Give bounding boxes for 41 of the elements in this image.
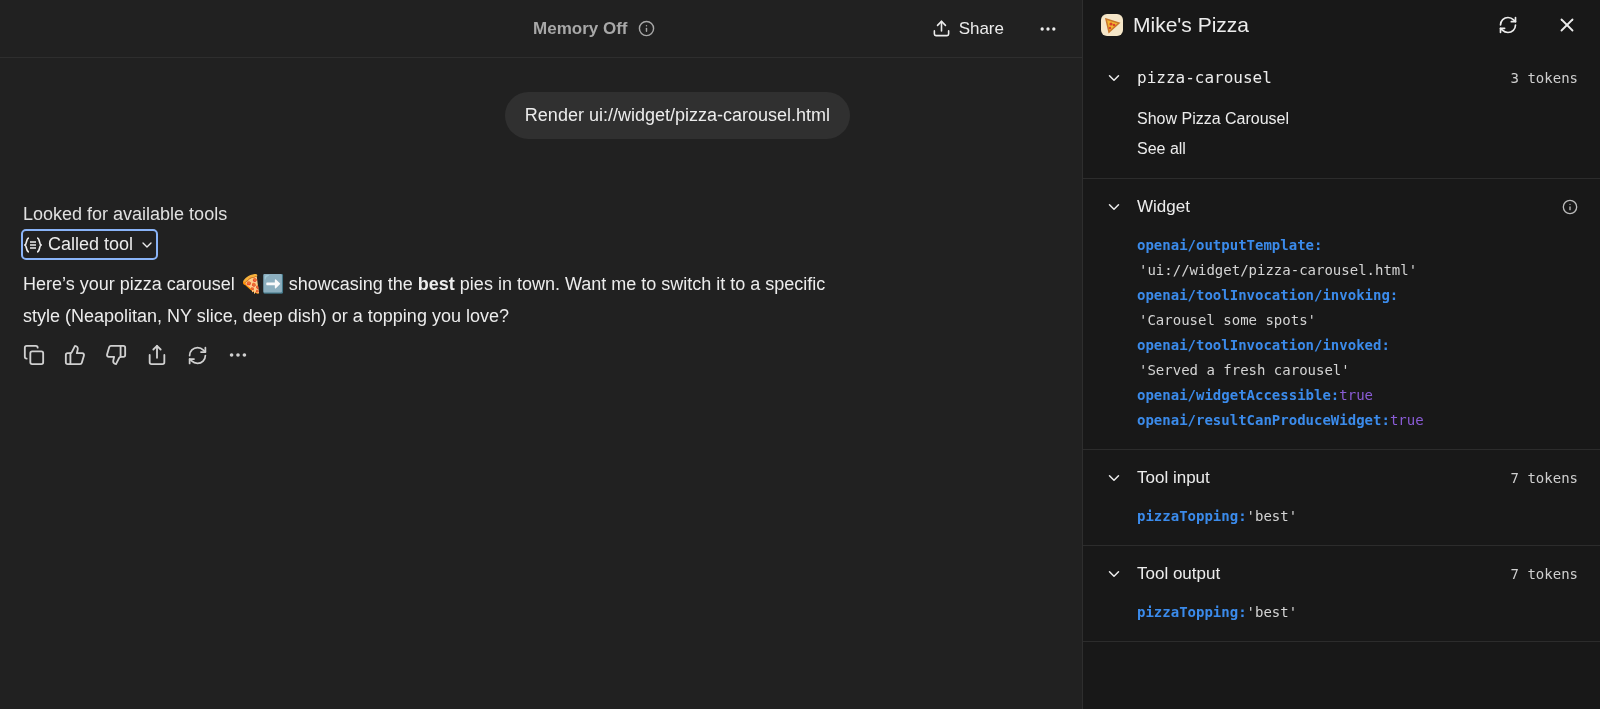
code-value: 'best' (1246, 603, 1298, 622)
section-toggle[interactable]: Tool input (1105, 465, 1210, 491)
tool-chip[interactable]: Called tool (23, 231, 157, 258)
share-icon[interactable] (146, 344, 168, 366)
code-value: true (1389, 411, 1424, 430)
user-message: Render ui://widget/pizza-carousel.html (504, 92, 850, 139)
code-key: openai/toolInvocation/invoked: (1137, 333, 1390, 358)
refresh-icon[interactable] (1498, 15, 1518, 35)
token-count: 7 tokens (1510, 564, 1578, 584)
memory-status: Memory Off (533, 17, 628, 40)
code-key: openai/toolInvocation/invoking: (1137, 283, 1399, 308)
pizza-slice-icon (1101, 14, 1123, 36)
thumbs-up-icon[interactable] (64, 344, 86, 366)
panel-link[interactable]: Show Pizza Carousel (1137, 106, 1290, 132)
upload-icon (931, 19, 951, 38)
section-toggle[interactable]: Widget (1105, 194, 1190, 220)
share-button[interactable]: Share (923, 9, 1012, 48)
info-icon[interactable] (637, 20, 655, 37)
thumbs-down-icon[interactable] (105, 344, 127, 366)
copy-icon[interactable] (23, 344, 45, 366)
info-icon[interactable] (1562, 199, 1578, 215)
panel-link[interactable]: See all (1137, 136, 1186, 162)
code-key: pizzaTopping: (1137, 504, 1247, 529)
code-key: openai/widgetAccessible: (1137, 383, 1340, 408)
status-text: Looked for available tools (23, 203, 228, 226)
code-value: 'best' (1246, 507, 1298, 526)
section-toggle[interactable]: pizza-carousel (1105, 66, 1272, 90)
section-toggle[interactable]: Tool output (1105, 561, 1221, 587)
code-value: 'Served a fresh carousel' (1138, 361, 1350, 380)
panel-title: Mike's Pizza (1133, 12, 1250, 39)
code-value: true (1339, 386, 1373, 405)
token-count: 3 tokens (1510, 68, 1578, 88)
code-key: pizzaTopping: (1137, 600, 1247, 625)
token-count: 7 tokens (1510, 468, 1578, 488)
regenerate-icon[interactable] (187, 344, 208, 366)
code-key: openai/resultCanProduceWidget: (1137, 408, 1390, 433)
code-value: 'ui://widget/pizza-carousel.html' (1138, 261, 1418, 280)
code-key: openai/outputTemplate: (1137, 233, 1323, 258)
assistant-message: Here’s your pizza carousel 🍕➡ showcasing the best pies in town. Want me to switch it to a specific style (Neapolitan, NY slice, deep dish) or a topping you love? (23, 273, 827, 328)
code-value: 'Carousel some spots' (1138, 311, 1316, 330)
braces-icon (24, 236, 42, 253)
